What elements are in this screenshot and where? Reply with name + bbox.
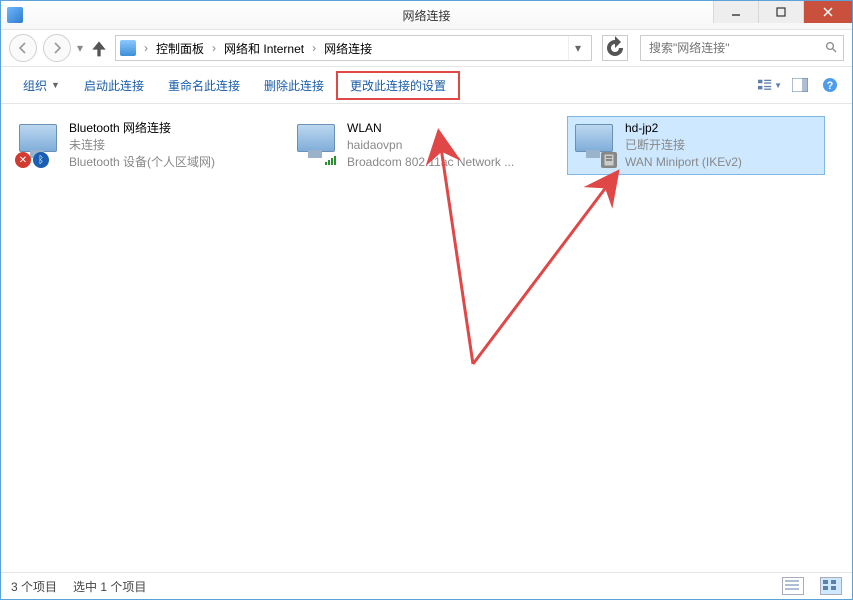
app-icon (7, 7, 23, 23)
refresh-button[interactable] (602, 35, 628, 61)
command-bar: 组织▼ 启动此连接 重命名此连接 删除此连接 更改此连接的设置 ▼ ? (1, 67, 852, 104)
network-adapter-icon (293, 120, 341, 168)
details-view-icon[interactable] (782, 577, 804, 595)
item-name: WLAN (347, 120, 514, 136)
item-status: 已断开连接 (625, 137, 742, 153)
connection-item-wlan[interactable]: WLAN haidaovpn Broadcom 802.11ac Network… (289, 116, 547, 175)
breadcrumb-network-connections[interactable]: 网络连接 (322, 40, 374, 57)
breadcrumb-network-internet[interactable]: 网络和 Internet (222, 40, 306, 57)
item-count: 3 个项目 (11, 578, 57, 595)
up-button[interactable] (89, 38, 109, 58)
disconnected-x-icon: ✕ (15, 152, 31, 168)
item-status: haidaovpn (347, 137, 514, 153)
change-connection-settings-button[interactable]: 更改此连接的设置 (336, 71, 460, 100)
content-area: ✕ ᛒ Bluetooth 网络连接 未连接 Bluetooth 设备(个人区域… (1, 104, 852, 572)
search-input[interactable] (647, 40, 837, 56)
wifi-signal-icon (323, 152, 339, 168)
back-button[interactable] (9, 34, 37, 62)
connection-item-hdjp2[interactable]: hd-jp2 已断开连接 WAN Miniport (IKEv2) (567, 116, 825, 175)
bluetooth-icon: ᛒ (33, 152, 49, 168)
item-name: hd-jp2 (625, 120, 742, 136)
item-name: Bluetooth 网络连接 (69, 120, 215, 136)
chevron-down-icon: ▼ (51, 80, 60, 90)
location-icon (120, 40, 136, 56)
maximize-button[interactable] (758, 1, 803, 23)
item-device: Broadcom 802.11ac Network ... (347, 154, 514, 170)
chevron-right-icon: › (140, 41, 152, 55)
chevron-right-icon: › (208, 41, 220, 55)
organize-button[interactable]: 组织▼ (11, 71, 72, 100)
search-icon (825, 41, 837, 56)
svg-text:?: ? (827, 80, 834, 92)
status-bar: 3 个项目 选中 1 个项目 (1, 572, 852, 599)
address-dropdown-icon[interactable]: ▾ (568, 36, 587, 60)
chevron-right-icon: › (308, 41, 320, 55)
title-bar: 网络连接 (1, 1, 852, 30)
item-status: 未连接 (69, 137, 215, 153)
navigation-bar: ▾ › 控制面板 › 网络和 Internet › 网络连接 ▾ (1, 30, 852, 67)
connection-item-bluetooth[interactable]: ✕ ᛒ Bluetooth 网络连接 未连接 Bluetooth 设备(个人区域… (11, 116, 269, 175)
address-bar[interactable]: › 控制面板 › 网络和 Internet › 网络连接 ▾ (115, 35, 592, 61)
view-options-button[interactable]: ▼ (758, 73, 782, 97)
delete-connection-button[interactable]: 删除此连接 (252, 71, 336, 100)
forward-button[interactable] (43, 34, 71, 62)
start-connection-button[interactable]: 启动此连接 (72, 71, 156, 100)
minimize-button[interactable] (713, 1, 758, 23)
network-adapter-icon: ✕ ᛒ (15, 120, 63, 168)
item-device: WAN Miniport (IKEv2) (625, 154, 742, 170)
preview-pane-button[interactable] (788, 73, 812, 97)
network-adapter-icon (571, 120, 619, 168)
window-title: 网络连接 (402, 7, 450, 24)
selected-count: 选中 1 个项目 (73, 578, 146, 595)
breadcrumb-control-panel[interactable]: 控制面板 (154, 40, 206, 57)
search-box[interactable] (640, 35, 844, 61)
help-button[interactable]: ? (818, 73, 842, 97)
vpn-server-icon (601, 152, 617, 168)
history-dropdown-icon[interactable]: ▾ (77, 41, 83, 55)
tiles-view-icon[interactable] (820, 577, 842, 595)
item-device: Bluetooth 设备(个人区域网) (69, 154, 215, 170)
close-button[interactable] (803, 1, 852, 23)
rename-connection-button[interactable]: 重命名此连接 (156, 71, 252, 100)
